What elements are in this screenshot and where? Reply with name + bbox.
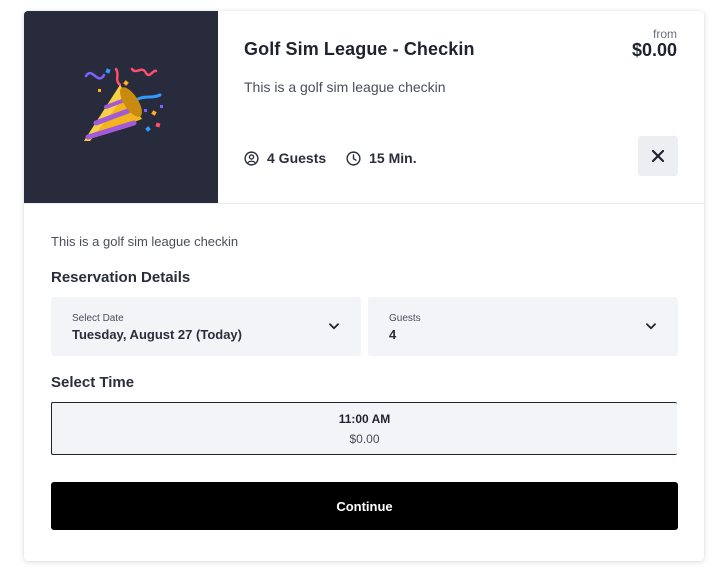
clock-icon: [346, 150, 361, 166]
reservation-card: Golf Sim League - Checkin from $0.00 Thi…: [24, 11, 704, 561]
user-circle-icon: [244, 150, 259, 166]
chevron-down-icon: [329, 323, 339, 330]
event-description: This is a golf sim league checkin: [51, 234, 239, 249]
event-title: Golf Sim League - Checkin: [244, 39, 475, 59]
duration: 15 Min.: [346, 150, 417, 166]
date-select-label: Select Date: [72, 313, 124, 324]
guests-select-value: 4: [389, 327, 397, 342]
time-slot-price: $0.00: [349, 432, 380, 446]
price-prefix: from: [653, 27, 677, 41]
continue-button[interactable]: Continue: [51, 482, 678, 530]
time-slot[interactable]: 11:00 AM $0.00: [51, 402, 677, 455]
event-price: $0.00: [631, 40, 677, 60]
date-select-value: Tuesday, August 27 (Today): [72, 327, 242, 342]
time-slot-time: 11:00 AM: [338, 412, 391, 426]
reservation-details-heading: Reservation Details: [51, 269, 191, 286]
event-meta: 4 Guests 15 Min.: [244, 150, 437, 166]
guests-select[interactable]: Guests 4: [368, 297, 678, 356]
event-header: Golf Sim League - Checkin from $0.00 Thi…: [24, 11, 704, 204]
duration-label: 15 Min.: [369, 150, 417, 166]
guest-count-label: 4 Guests: [267, 150, 327, 166]
close-button[interactable]: [638, 136, 678, 176]
close-icon: [652, 150, 664, 162]
party-popper-icon: [84, 67, 163, 141]
guest-count: 4 Guests: [244, 150, 326, 166]
select-time-heading: Select Time: [51, 374, 135, 391]
event-thumbnail: [24, 11, 218, 203]
chevron-down-icon: [646, 323, 656, 330]
event-subtitle: This is a golf sim league checkin: [244, 79, 446, 95]
date-select[interactable]: Select Date Tuesday, August 27 (Today): [51, 297, 361, 356]
guests-select-label: Guests: [389, 313, 421, 324]
